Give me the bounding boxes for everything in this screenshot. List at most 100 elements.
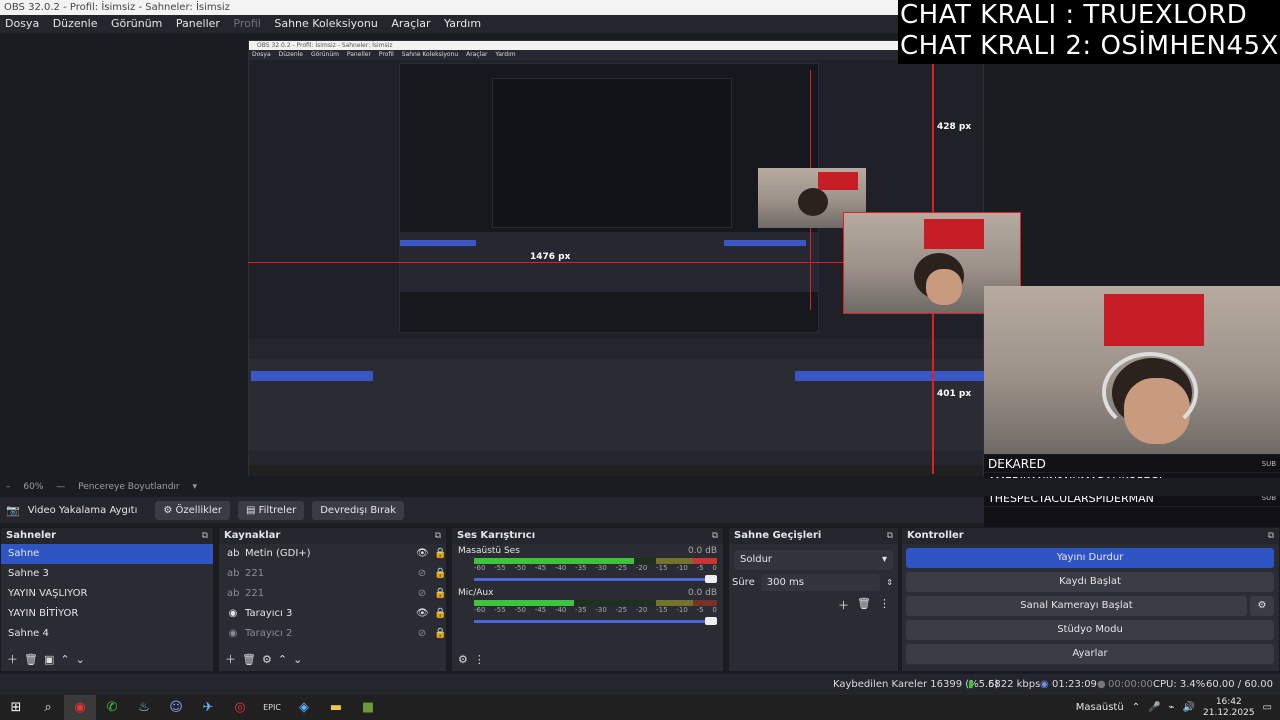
chevron-up-icon[interactable]: ⌃: [1132, 702, 1140, 713]
zoom-dropdown-icon[interactable]: ▾: [193, 482, 198, 492]
menu-file[interactable]: Dosya: [0, 15, 44, 33]
move-down-icon[interactable]: ⌄: [76, 653, 85, 666]
search-icon[interactable]: ⌕: [32, 695, 64, 720]
zoom-fit-label[interactable]: Pencereye Boyutlandır: [78, 482, 179, 492]
volume-slider[interactable]: [474, 574, 717, 584]
scene-item[interactable]: YAYIN BİTİYOR: [1, 604, 213, 624]
lock-icon[interactable]: 🔒: [434, 584, 446, 604]
menu-docks[interactable]: Paneller: [171, 15, 225, 33]
add-transition-icon[interactable]: ＋: [838, 597, 849, 613]
undock-icon[interactable]: ⧉: [712, 528, 718, 544]
steam-icon[interactable]: ♨: [128, 695, 160, 720]
volume-icon[interactable]: 🔊: [1183, 702, 1195, 713]
mixer-menu-icon[interactable]: ⋮: [474, 653, 485, 666]
add-scene-icon[interactable]: ＋: [7, 651, 18, 667]
file-explorer-icon[interactable]: ▬: [320, 695, 352, 720]
transitions-title: Sahne Geçişleri: [734, 530, 822, 541]
remove-source-icon[interactable]: 🗑: [242, 653, 256, 666]
stop-streaming-button[interactable]: Yayını Durdur: [906, 548, 1274, 568]
undock-icon[interactable]: ⧉: [202, 528, 208, 544]
volume-slider[interactable]: [474, 616, 717, 626]
lock-icon[interactable]: 🔒: [434, 604, 446, 624]
settings-button[interactable]: Ayarlar: [906, 644, 1274, 664]
browser-icon[interactable]: ◈: [288, 695, 320, 720]
scene-item[interactable]: Sahne: [1, 544, 213, 564]
zoom-minus-icon[interactable]: –: [6, 482, 11, 492]
filters-button[interactable]: ▤ Filtreler: [237, 500, 305, 520]
virtual-camera-settings-icon[interactable]: ⚙: [1250, 596, 1274, 616]
remove-scene-icon[interactable]: 🗑: [24, 653, 38, 666]
studio-mode-button[interactable]: Stüdyo Modu: [906, 620, 1274, 640]
menu-scene-collection[interactable]: Sahne Koleksiyonu: [269, 15, 383, 33]
eye-hidden-icon[interactable]: ⊘: [416, 584, 428, 604]
source-toolbar: 📷 Video Yakalama Aygıtı ⚙ Özellikler ▤ F…: [0, 497, 984, 523]
obs-icon[interactable]: ◉: [64, 695, 96, 720]
zoom-slider[interactable]: —: [56, 482, 65, 492]
undock-icon[interactable]: ⧉: [887, 528, 893, 544]
eye-hidden-icon[interactable]: ⊘: [416, 564, 428, 584]
scene-item[interactable]: YAYIN VAŞLIYOR: [1, 584, 213, 604]
undock-icon[interactable]: ⧉: [1268, 528, 1274, 544]
source-item[interactable]: ◉ Tarayıcı 2 ⊘ 🔒: [219, 624, 447, 644]
scene-item[interactable]: Sahne 3: [1, 564, 213, 584]
source-name: 221: [245, 588, 265, 599]
move-up-icon[interactable]: ⌃: [278, 653, 287, 666]
remove-transition-icon[interactable]: 🗑: [857, 597, 871, 613]
spinner-icon[interactable]: ⇕: [886, 578, 893, 587]
menu-edit[interactable]: Düzenle: [48, 15, 103, 33]
eye-icon[interactable]: 👁: [416, 604, 429, 624]
network-icon[interactable]: ⌁: [1169, 702, 1175, 713]
mixer-settings-icon[interactable]: ⚙: [458, 653, 468, 666]
meter-ticks: -60 -55 -50 -45 -40 -35 -30 -25 -20 -15 -10 -5 0: [474, 564, 717, 572]
properties-button[interactable]: ⚙ Özellikler: [155, 500, 230, 520]
eye-icon[interactable]: 👁: [416, 544, 429, 564]
clock[interactable]: 16:42 21.12.2025: [1203, 697, 1255, 719]
duration-label: Süre: [732, 577, 755, 588]
nested-menu-item: Sahne Koleksiyonu: [401, 51, 459, 58]
app-icon[interactable]: ✈: [192, 695, 224, 720]
start-recording-button[interactable]: Kaydı Başlat: [906, 572, 1274, 592]
lock-icon[interactable]: 🔒: [434, 624, 446, 644]
lock-icon[interactable]: 🔒: [434, 564, 446, 584]
move-up-icon[interactable]: ⌃: [60, 653, 69, 666]
zoom-level[interactable]: 60%: [23, 482, 43, 492]
discord-icon[interactable]: ☺: [160, 695, 192, 720]
desktop-label[interactable]: Masaüstü: [1076, 702, 1124, 713]
transition-menu-icon[interactable]: ⋮: [879, 597, 890, 613]
source-name: Metin (GDI+): [245, 548, 311, 559]
lock-icon[interactable]: 🔒: [434, 544, 446, 564]
minecraft-icon[interactable]: ■: [352, 695, 384, 720]
epic-games-icon[interactable]: EPIC: [256, 695, 288, 720]
whatsapp-icon[interactable]: ✆: [96, 695, 128, 720]
meter-tick: -45: [534, 606, 547, 614]
menu-view[interactable]: Görünüm: [106, 15, 167, 33]
chat-king-line-1: CHAT KRALI : TRUEXLORD: [900, 0, 1248, 30]
duration-input[interactable]: 300 ms: [760, 574, 881, 591]
add-source-icon[interactable]: ＋: [225, 651, 236, 667]
browser-icon: ◉: [228, 608, 238, 619]
mixer-dock-header: Ses Karıştırıcı ⧉: [452, 528, 723, 544]
transition-select[interactable]: Soldur ▾: [734, 550, 893, 570]
source-item[interactable]: ab Metin (GDI+) 👁 🔒: [219, 544, 446, 564]
start-virtual-camera-button[interactable]: Sanal Kamerayı Başlat: [906, 596, 1247, 616]
source-item[interactable]: ab 221 ⊘ 🔒: [219, 564, 446, 584]
deactivate-button[interactable]: Devredışı Bırak: [312, 500, 404, 520]
notifications-icon[interactable]: ▭: [1263, 702, 1272, 713]
scene-filters-icon[interactable]: ▣: [44, 653, 54, 666]
eye-hidden-icon[interactable]: ⊘: [416, 624, 428, 644]
meter-tick: -35: [575, 606, 587, 614]
source-item[interactable]: ◉ Tarayıcı 3 👁 🔒: [219, 604, 447, 624]
source-item[interactable]: ab 221 ⊘ 🔒: [219, 584, 446, 604]
menu-help[interactable]: Yardım: [439, 15, 486, 33]
chrome-icon[interactable]: ◎: [224, 695, 256, 720]
windows-start-icon[interactable]: ⊞: [0, 695, 32, 720]
microphone-icon[interactable]: 🎤: [1148, 702, 1160, 713]
scenes-title: Sahneler: [6, 530, 57, 541]
transitions-dock: Sahne Geçişleri ⧉ Soldur ▾ Süre 300 ms ⇕ ＋…: [728, 527, 899, 672]
undock-icon[interactable]: ⧉: [435, 528, 441, 544]
meter-ticks: -60 -55 -50 -45 -40 -35 -30 -25 -20 -15 -10 -5 0: [474, 606, 717, 614]
source-properties-icon[interactable]: ⚙: [262, 653, 272, 666]
menu-tools[interactable]: Araçlar: [386, 15, 435, 33]
move-down-icon[interactable]: ⌄: [293, 653, 302, 666]
scene-item[interactable]: Sahne 4: [1, 624, 213, 644]
